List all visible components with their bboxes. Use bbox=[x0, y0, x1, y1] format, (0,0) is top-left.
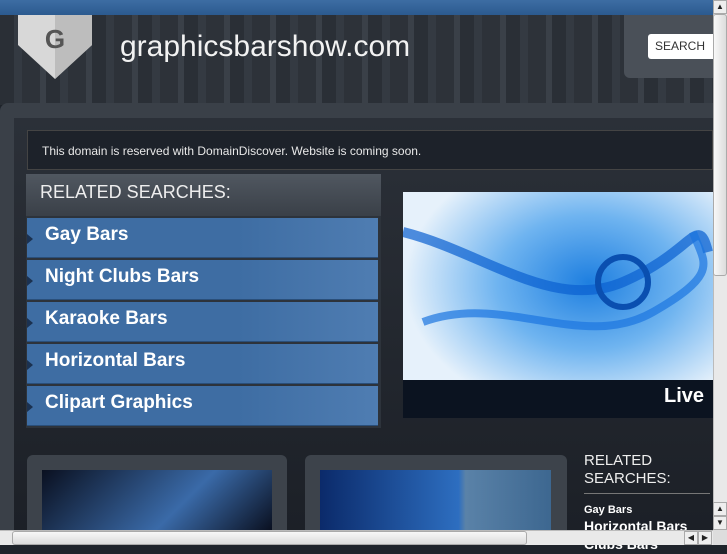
scroll-up-arrow-icon[interactable]: ▲ bbox=[713, 0, 727, 14]
related-searches-title-2: RELATED SEARCHES: bbox=[584, 452, 671, 487]
scroll-left-arrow-icon[interactable]: ◀ bbox=[684, 531, 698, 545]
site-title[interactable]: graphicsbarshow.com bbox=[120, 30, 410, 64]
related-link-gay-bars[interactable]: Gay Bars bbox=[27, 218, 378, 258]
logo-letter: G bbox=[45, 24, 65, 54]
thumbnail-snowflake-image[interactable] bbox=[320, 470, 551, 530]
scroll-down-arrow-icon[interactable]: ▼ bbox=[713, 516, 727, 530]
related-link-night-clubs-bars[interactable]: Night Clubs Bars bbox=[27, 260, 378, 300]
related-link-horizontal-bars[interactable]: Horizontal Bars bbox=[27, 344, 378, 384]
top-bar bbox=[0, 0, 713, 15]
related-searches-title: RELATED SEARCHES: bbox=[26, 174, 381, 216]
hero-caption: Live bbox=[664, 385, 705, 407]
tag-link[interactable]: Gay Bars bbox=[584, 504, 632, 516]
domain-notice: This domain is reserved with DomainDisco… bbox=[27, 130, 713, 170]
related-link-clipart-graphics[interactable]: Clipart Graphics bbox=[27, 386, 378, 426]
scroll-right-arrow-icon[interactable]: ▶ bbox=[698, 531, 712, 545]
horizontal-scroll-thumb[interactable] bbox=[12, 531, 527, 545]
related-link-karaoke-bars[interactable]: Karaoke Bars bbox=[27, 302, 378, 342]
scrollbar-corner bbox=[713, 530, 727, 545]
thumbnail-laptop-image[interactable] bbox=[42, 470, 272, 530]
divider bbox=[584, 493, 710, 494]
vertical-scroll-thumb[interactable] bbox=[713, 14, 727, 276]
logo-icon[interactable]: G bbox=[18, 15, 92, 79]
scroll-up-arrow-icon[interactable]: ▲ bbox=[713, 502, 727, 516]
search-button[interactable]: SEARCH bbox=[648, 34, 713, 59]
